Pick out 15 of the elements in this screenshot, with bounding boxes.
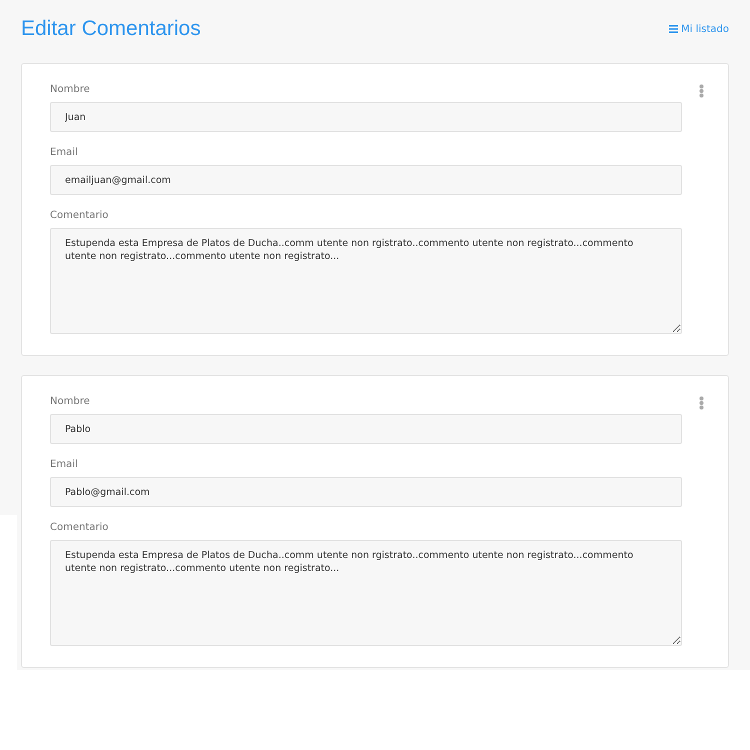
- input-field[interactable]: Pablo: [50, 414, 682, 444]
- comment-field[interactable]: Estupenda esta Empresa de Platos de Ducha..comm utente non rgistrato..commento utente non registrato...commento utente non registrato...commento utente non registrato...: [50, 228, 682, 334]
- comment-field[interactable]: Estupenda esta Empresa de Platos de Ducha..comm utente non rgistrato..commento utente non registrato...commento utente non registrato...commento utente non registrato...: [50, 540, 682, 646]
- page-title: Editar Comentarios: [21, 16, 201, 42]
- field-label: Comentario: [50, 521, 108, 535]
- field-label: Nombre: [50, 83, 90, 97]
- input-field[interactable]: Pablo@gmail.com: [50, 477, 682, 507]
- more-options-icon[interactable]: [699, 396, 704, 410]
- input-field[interactable]: emailjuan@gmail.com: [50, 165, 682, 195]
- more-options-icon[interactable]: [699, 84, 704, 98]
- field-label: Nombre: [50, 395, 90, 409]
- field-label: Email: [50, 458, 78, 472]
- field-label: Comentario: [50, 209, 108, 223]
- field-label: Email: [50, 146, 78, 160]
- menu-icon: [669, 25, 678, 33]
